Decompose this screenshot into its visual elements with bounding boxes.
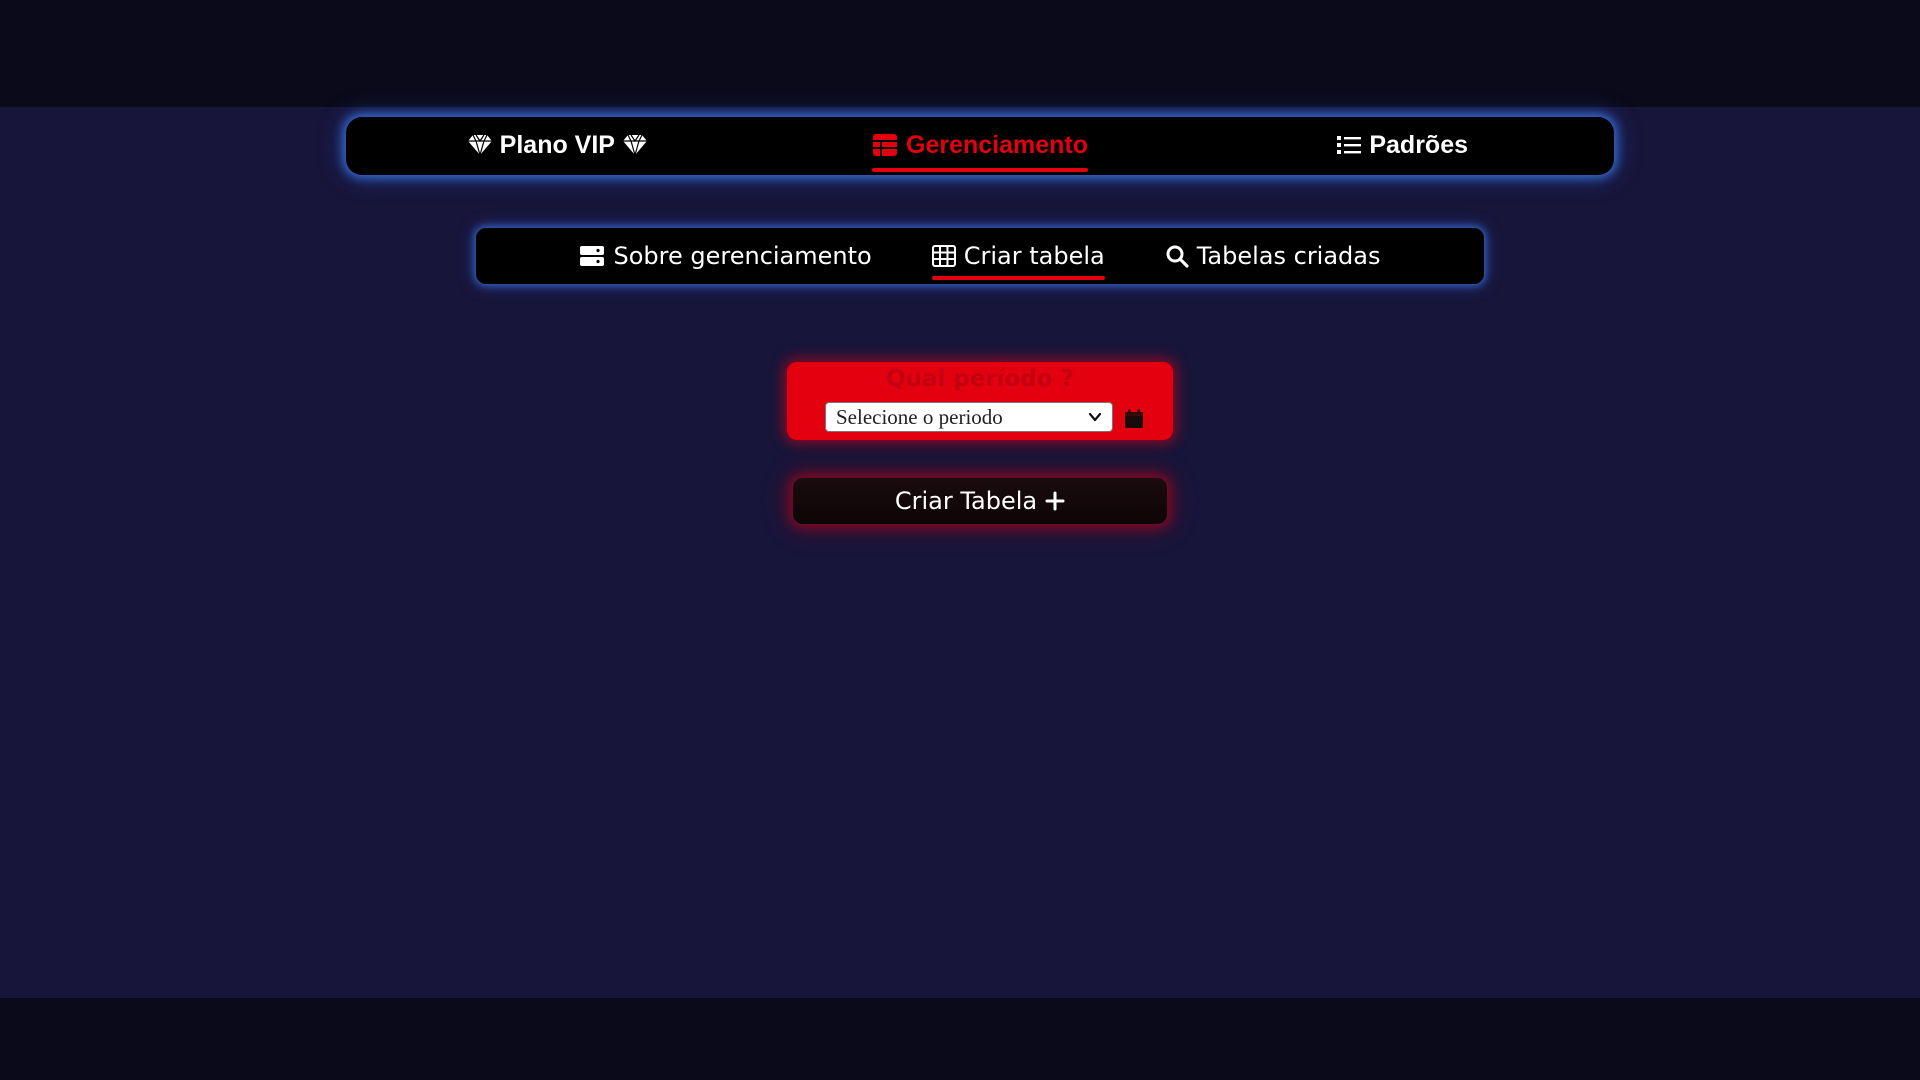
main-nav-label: Padrões	[1369, 130, 1469, 159]
main-nav-item-gerenciamento[interactable]: Gerenciamento	[769, 117, 1192, 175]
period-panel: Qual período ? Selecione o periodo	[787, 362, 1173, 440]
period-select[interactable]: Selecione o periodo	[825, 402, 1113, 432]
sub-nav-item-criar-tabela[interactable]: Criar tabela	[931, 228, 1105, 284]
sub-nav-label: Tabelas criadas	[1196, 242, 1381, 270]
create-table-label: Criar Tabela	[894, 487, 1038, 515]
main-nav: Plano VIP Gerenciamento Padrões	[346, 117, 1614, 175]
bottom-band	[0, 998, 1920, 1080]
sub-nav-item-tabelas-criadas[interactable]: Tabelas criadas	[1165, 228, 1381, 284]
chevron-down-icon	[1088, 410, 1102, 424]
sub-nav-label: Criar tabela	[963, 242, 1105, 270]
period-select-value: Selecione o periodo	[836, 404, 1003, 429]
create-table-button[interactable]: Criar Tabela	[793, 478, 1167, 524]
plus-icon	[1045, 491, 1065, 511]
main-nav-item-plano-vip[interactable]: Plano VIP	[346, 117, 769, 175]
diamond-icon	[467, 134, 492, 156]
sub-nav-label: Sobre gerenciamento	[613, 242, 872, 270]
main-nav-label: Plano VIP	[499, 130, 615, 159]
period-label: Qual período ?	[885, 366, 1075, 392]
calendar-icon[interactable]	[1123, 408, 1145, 430]
sub-nav: Sobre gerenciamento Criar tabela Tabelas…	[476, 228, 1484, 284]
list-icon	[1337, 134, 1362, 156]
grid-icon	[931, 245, 956, 267]
sub-nav-item-sobre-gerenciamento[interactable]: Sobre gerenciamento	[579, 228, 872, 284]
main-nav-item-padroes[interactable]: Padrões	[1191, 117, 1614, 175]
diamond-icon	[622, 134, 647, 156]
table-icon	[872, 133, 898, 157]
main-nav-label: Gerenciamento	[906, 130, 1089, 159]
search-icon	[1165, 244, 1189, 268]
server-icon	[579, 245, 605, 267]
top-band	[0, 0, 1920, 107]
